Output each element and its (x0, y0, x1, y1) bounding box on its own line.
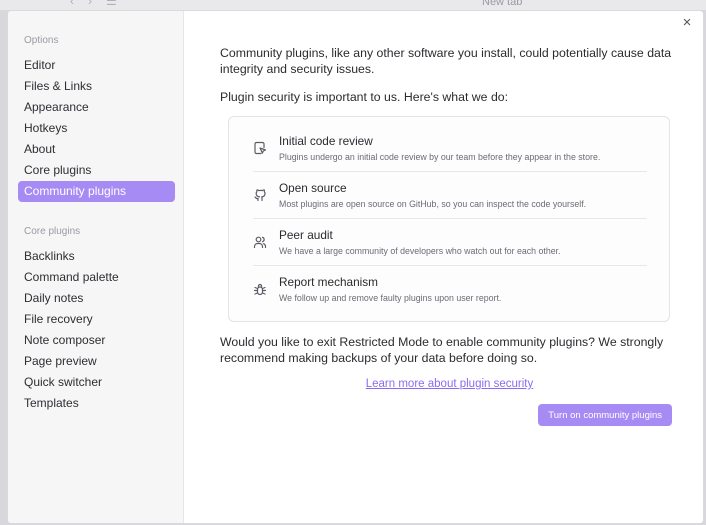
feature-item: Open source Most plugins are open source… (253, 172, 647, 219)
close-icon: × (682, 14, 692, 31)
feature-item: Peer audit We have a large community of … (253, 219, 647, 266)
feature-description: Most plugins are open source on GitHub, … (279, 198, 587, 209)
turn-on-community-plugins-button[interactable]: Turn on community plugins (538, 404, 672, 426)
feature-description: Plugins undergo an initial code review b… (279, 151, 601, 162)
sidebar-item-note-composer[interactable]: Note composer (18, 330, 175, 351)
bug-icon (253, 283, 279, 297)
close-button[interactable]: × (679, 15, 695, 31)
feature-title: Initial code review (279, 133, 373, 148)
code-review-icon (253, 141, 279, 155)
sidebar-item-daily-notes[interactable]: Daily notes (18, 288, 175, 309)
users-icon (253, 235, 279, 249)
sidebar-item-templates[interactable]: Templates (18, 393, 175, 414)
sidebar-heading-options: Options (24, 35, 59, 46)
background-tab-label: New tab (482, 0, 523, 8)
sidebar-item-file-recovery[interactable]: File recovery (18, 309, 175, 330)
settings-sidebar: Options Editor Files & Links Appearance … (8, 11, 184, 523)
github-icon (253, 188, 279, 202)
sidebar-item-command-palette[interactable]: Command palette (18, 267, 175, 288)
sidebar-item-about[interactable]: About (18, 139, 175, 160)
intro-text: Community plugins, like any other softwa… (220, 46, 672, 76)
security-heading: Plugin security is important to us. Here… (220, 90, 509, 104)
feature-title: Peer audit (279, 227, 333, 242)
feature-item: Report mechanism We follow up and remove… (253, 266, 647, 313)
security-features-box: Initial code review Plugins undergo an i… (228, 116, 670, 322)
restricted-mode-text: Would you like to exit Restricted Mode t… (220, 335, 664, 365)
sidebar-item-editor[interactable]: Editor (18, 55, 175, 76)
feature-description: We follow up and remove faulty plugins u… (279, 293, 502, 303)
feature-title: Report mechanism (279, 275, 379, 289)
settings-modal: Options Editor Files & Links Appearance … (7, 10, 704, 524)
sidebar-item-files-links[interactable]: Files & Links (18, 76, 175, 97)
sidebar-item-page-preview[interactable]: Page preview (18, 351, 175, 372)
sidebar-heading-core-plugins: Core plugins (24, 226, 81, 237)
feature-title: Open source (279, 180, 347, 195)
sidebar-item-community-plugins[interactable]: Community plugins (18, 181, 175, 202)
background-window-strip: ‹›☰ New tab (0, 0, 706, 10)
feature-item: Initial code review Plugins undergo an i… (253, 125, 647, 172)
feature-description: We have a large community of developers … (279, 245, 561, 256)
sidebar-item-quick-switcher[interactable]: Quick switcher (18, 372, 175, 393)
community-plugins-panel: × Community plugins, like any other soft… (184, 11, 703, 523)
background-toolbar-icons: ‹›☰ (70, 0, 131, 8)
learn-more-link[interactable]: Learn more about plugin security (220, 378, 679, 390)
sidebar-item-core-plugins[interactable]: Core plugins (18, 160, 175, 181)
sidebar-item-backlinks[interactable]: Backlinks (18, 246, 175, 267)
sidebar-item-hotkeys[interactable]: Hotkeys (18, 118, 175, 139)
sidebar-item-appearance[interactable]: Appearance (18, 97, 175, 118)
